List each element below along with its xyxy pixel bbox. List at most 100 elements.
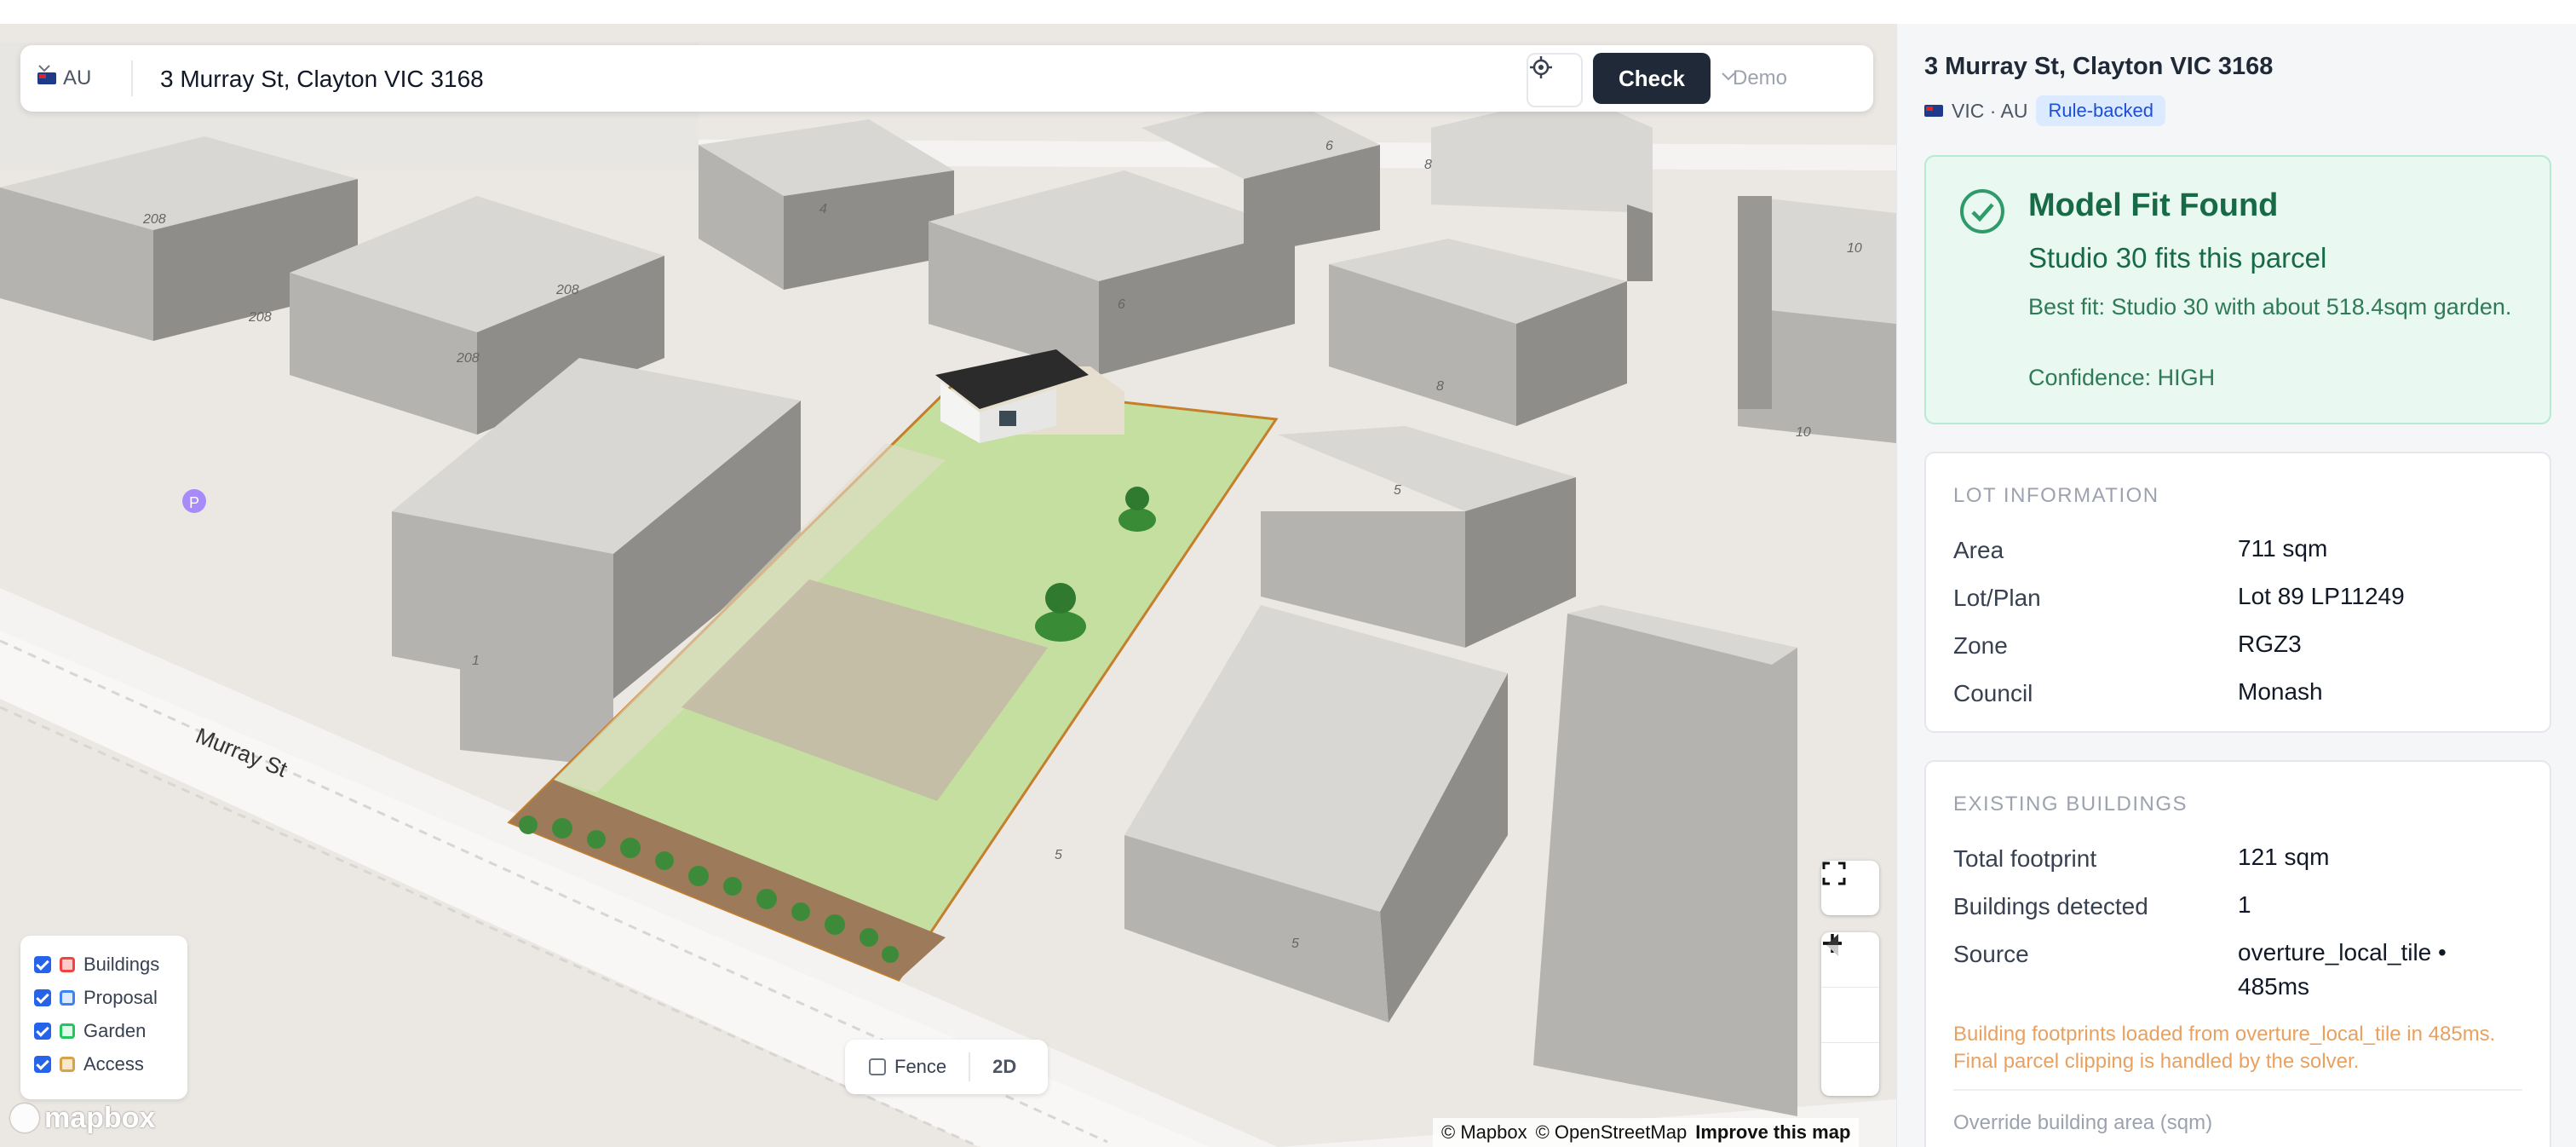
buildings-swatch: [60, 956, 75, 972]
garden-swatch: [60, 1023, 75, 1039]
zone-value: RGZ3: [2238, 631, 2302, 657]
map-attribution: © Mapbox © OpenStreetMap Improve this ma…: [1433, 1118, 1860, 1147]
street-number: 1: [472, 654, 480, 668]
lot-area-value: 711 sqm: [2238, 535, 2328, 562]
fence-checkbox[interactable]: [869, 1058, 886, 1075]
fit-title: Model Fit Found: [2028, 187, 2279, 223]
fullscreen-button[interactable]: [1821, 861, 1879, 915]
access-checkbox[interactable]: [34, 1055, 51, 1073]
country-selector[interactable]: AU: [37, 64, 91, 93]
total-footprint-label: Total footprint: [1953, 845, 2097, 872]
sidebar-address-title: 3 Murray St, Clayton VIC 3168: [1924, 53, 2274, 80]
legend-label: Garden: [83, 1019, 147, 1041]
existing-buildings-card: EXISTING BUILDINGS Total footprint 121 s…: [1924, 760, 2551, 1147]
legend-item-access[interactable]: Access: [34, 1047, 174, 1081]
parking-marker: P: [182, 489, 206, 513]
fit-description: Best fit: Studio 30 with about 518.4sqm …: [2028, 294, 2512, 320]
results-sidebar: 3 Murray St, Clayton VIC 3168 VIC · AU R…: [1896, 24, 2576, 1147]
au-flag-icon: [1924, 105, 1943, 117]
check-button[interactable]: Check: [1593, 53, 1711, 104]
lot-plan-value: Lot 89 LP11249: [2238, 583, 2405, 609]
improve-map-link[interactable]: Improve this map: [1695, 1121, 1850, 1144]
navigation-control: [1821, 932, 1879, 1096]
proposal-swatch: [60, 989, 75, 1006]
lot-information-card: LOT INFORMATION Area 711 sqm Lot/Plan Lo…: [1924, 452, 2551, 733]
street-number: 6: [1118, 297, 1125, 312]
fit-subtitle: Studio 30 fits this parcel: [2028, 242, 2327, 274]
source-value: overture_local_tile • 485ms: [2238, 939, 2447, 1000]
lot-plan-label: Lot/Plan: [1953, 585, 2041, 611]
demo-select-value: Demo: [1733, 66, 1788, 89]
map-canvas[interactable]: P Murray St 208 208 208 208 4 6 6 8 8 10…: [0, 24, 1896, 1147]
fence-toolbar: Fence 2D: [845, 1040, 1048, 1094]
council-value: Monash: [2238, 678, 2323, 705]
compass-button[interactable]: [1821, 934, 1879, 1098]
override-area-label: Override building area (sqm): [1953, 1111, 2213, 1134]
zone-label: Zone: [1953, 632, 2008, 659]
building: [1329, 239, 1627, 426]
street-number: 208: [555, 283, 579, 297]
check-circle-icon: [1960, 189, 2004, 233]
chevron-down-icon: [1722, 72, 1735, 81]
building: [929, 170, 1295, 375]
legend-item-buildings[interactable]: Buildings: [34, 948, 174, 981]
street-number: 8: [1424, 158, 1432, 172]
mapbox-logo-icon: [10, 1104, 39, 1133]
building: [1533, 605, 1797, 1116]
footprint-note: Building footprints loaded from overture…: [1953, 1023, 2496, 1073]
address-input[interactable]: [158, 59, 1525, 100]
street-number: 5: [1394, 483, 1401, 498]
view-toggle-button[interactable]: 2D: [992, 1056, 1016, 1078]
country-code: AU: [63, 66, 92, 89]
legend-item-garden[interactable]: Garden: [34, 1014, 174, 1047]
layer-legend: Buildings Proposal Garden Access: [20, 936, 187, 1099]
legend-label: Proposal: [83, 986, 158, 1008]
legend-item-proposal[interactable]: Proposal: [34, 981, 174, 1014]
mapbox-logo[interactable]: mapbox: [10, 1099, 155, 1137]
street-number: 10: [1796, 425, 1811, 440]
compass-icon: [1826, 934, 1838, 956]
top-bar: [0, 0, 2576, 25]
fullscreen-control: [1821, 861, 1879, 915]
street-number: 5: [1291, 937, 1299, 951]
buildings-detected-label: Buildings detected: [1953, 893, 2148, 919]
street-number: 10: [1847, 241, 1862, 256]
attribution-osm-link[interactable]: © OpenStreetMap: [1536, 1121, 1688, 1144]
total-footprint-value: 121 sqm: [2238, 844, 2330, 870]
search-divider: [131, 61, 133, 96]
lot-area-label: Area: [1953, 537, 2004, 563]
building: [1738, 196, 1772, 409]
street-number: 6: [1325, 139, 1333, 153]
garden-checkbox[interactable]: [34, 1022, 51, 1040]
council-label: Council: [1953, 680, 2033, 706]
section-heading: EXISTING BUILDINGS: [1953, 793, 2188, 816]
divider: [1953, 1089, 2522, 1091]
fit-confidence: Confidence: HIGH: [2028, 365, 2216, 390]
demo-select[interactable]: Demo: [1721, 53, 1866, 104]
street-number: 4: [819, 202, 827, 216]
street-number: 5: [1055, 848, 1062, 862]
attribution-mapbox-link[interactable]: © Mapbox: [1441, 1121, 1527, 1144]
legend-label: Buildings: [83, 953, 160, 975]
source-label: Source: [1953, 941, 2029, 967]
zoom-out-button[interactable]: [1821, 942, 1879, 1043]
chevron-down-icon: [38, 65, 50, 72]
street-number: 208: [248, 310, 272, 325]
proposal-checkbox[interactable]: [34, 988, 51, 1006]
building: [1261, 426, 1576, 648]
locate-button[interactable]: [1527, 53, 1583, 107]
map-view[interactable]: P Murray St 208 208 208 208 4 6 6 8 8 10…: [0, 24, 1896, 1147]
access-swatch: [60, 1056, 75, 1072]
street-number: 208: [456, 351, 480, 366]
svg-text:P: P: [189, 494, 199, 511]
fence-label[interactable]: Fence: [894, 1056, 946, 1078]
model-fit-card: Model Fit Found Studio 30 fits this parc…: [1924, 155, 2551, 424]
fullscreen-icon: [1822, 862, 1846, 885]
au-flag-icon: [37, 72, 56, 84]
mapbox-logo-text: mapbox: [44, 1101, 156, 1134]
street-number: 8: [1436, 379, 1444, 394]
toolbar-divider: [969, 1052, 971, 1081]
buildings-checkbox[interactable]: [34, 955, 51, 973]
building: [1124, 605, 1508, 1023]
rule-backed-badge: Rule-backed: [2036, 95, 2165, 126]
